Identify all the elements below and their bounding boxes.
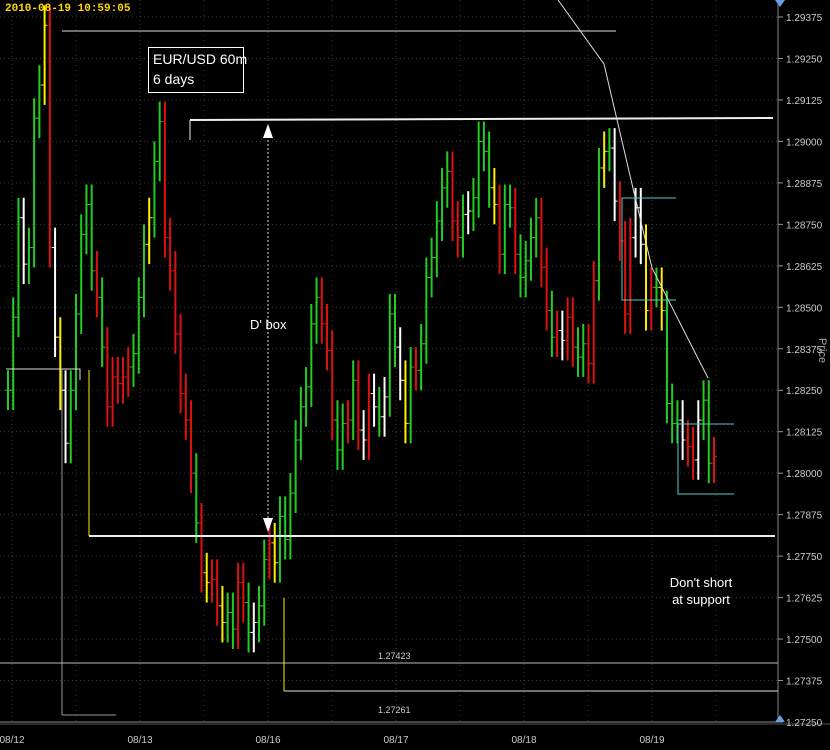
y-tick-label: 1.28875: [786, 179, 823, 190]
declining-trendline: [557, 0, 709, 379]
y-tick-label: 1.29375: [786, 13, 823, 24]
y-tick-label: 1.27875: [786, 511, 823, 522]
chart-title: EUR/USD 60m: [153, 51, 248, 67]
x-tick-label: 08/13: [127, 735, 152, 746]
chart-timestamp: 2010-08-19 10:59:05: [5, 3, 131, 15]
left-level-line: [6, 368, 81, 380]
y-tick-label: 1.29125: [786, 96, 823, 107]
y-tick-label: 1.27500: [786, 635, 823, 646]
ref-line-1-label: 1.27423: [378, 651, 411, 661]
ref-line-2-label: 1.27261: [378, 705, 411, 715]
dbox-top-line: [189, 117, 774, 121]
chart-subtitle: 6 days: [153, 71, 195, 87]
y-tick-label: 1.27750: [786, 552, 823, 563]
axis-scroll-down-icon: [775, 715, 785, 722]
y-tick-label: 1.28500: [786, 303, 823, 314]
x-tick-label: 08/17: [383, 735, 408, 746]
dbox-arrow-down-icon: [263, 518, 273, 532]
y-tick-label: 1.28125: [786, 428, 823, 439]
y-tick-label: 1.28750: [786, 220, 823, 231]
support-note-line1: Don't short: [669, 575, 733, 590]
x-tick-label: 08/16: [255, 735, 280, 746]
y-tick-label: 1.29000: [786, 137, 823, 148]
dbox-label: D' box: [250, 317, 287, 332]
chart-title-box: EUR/USD 60m 6 days: [148, 47, 248, 93]
dbox-arrow-up-icon: [263, 124, 273, 138]
y-tick-label: 1.27375: [786, 677, 823, 688]
support-note-line2: at support: [672, 592, 730, 607]
cyan-range-box-2: [677, 423, 734, 495]
support-note: Don't short at support: [668, 574, 734, 608]
y-tick-label: 1.27625: [786, 594, 823, 605]
price-chart: 08/12 08/13 08/16 08/17 08/18 08/19 1.29375 1.2…: [0, 0, 830, 746]
x-tick-label: 08/18: [511, 735, 536, 746]
x-tick-label: 08/19: [639, 735, 664, 746]
y-tick-label: 1.28625: [786, 262, 823, 273]
y-tick-label: 1.27250: [786, 718, 823, 729]
y-tick-label: 1.28000: [786, 469, 823, 480]
y-tick-label: 1.28250: [786, 386, 823, 397]
axis-scroll-up-icon: [775, 0, 785, 7]
y-tick-label: 1.29250: [786, 54, 823, 65]
x-tick-label: 08/12: [0, 735, 25, 746]
y-axis-title: Price: [816, 338, 828, 364]
